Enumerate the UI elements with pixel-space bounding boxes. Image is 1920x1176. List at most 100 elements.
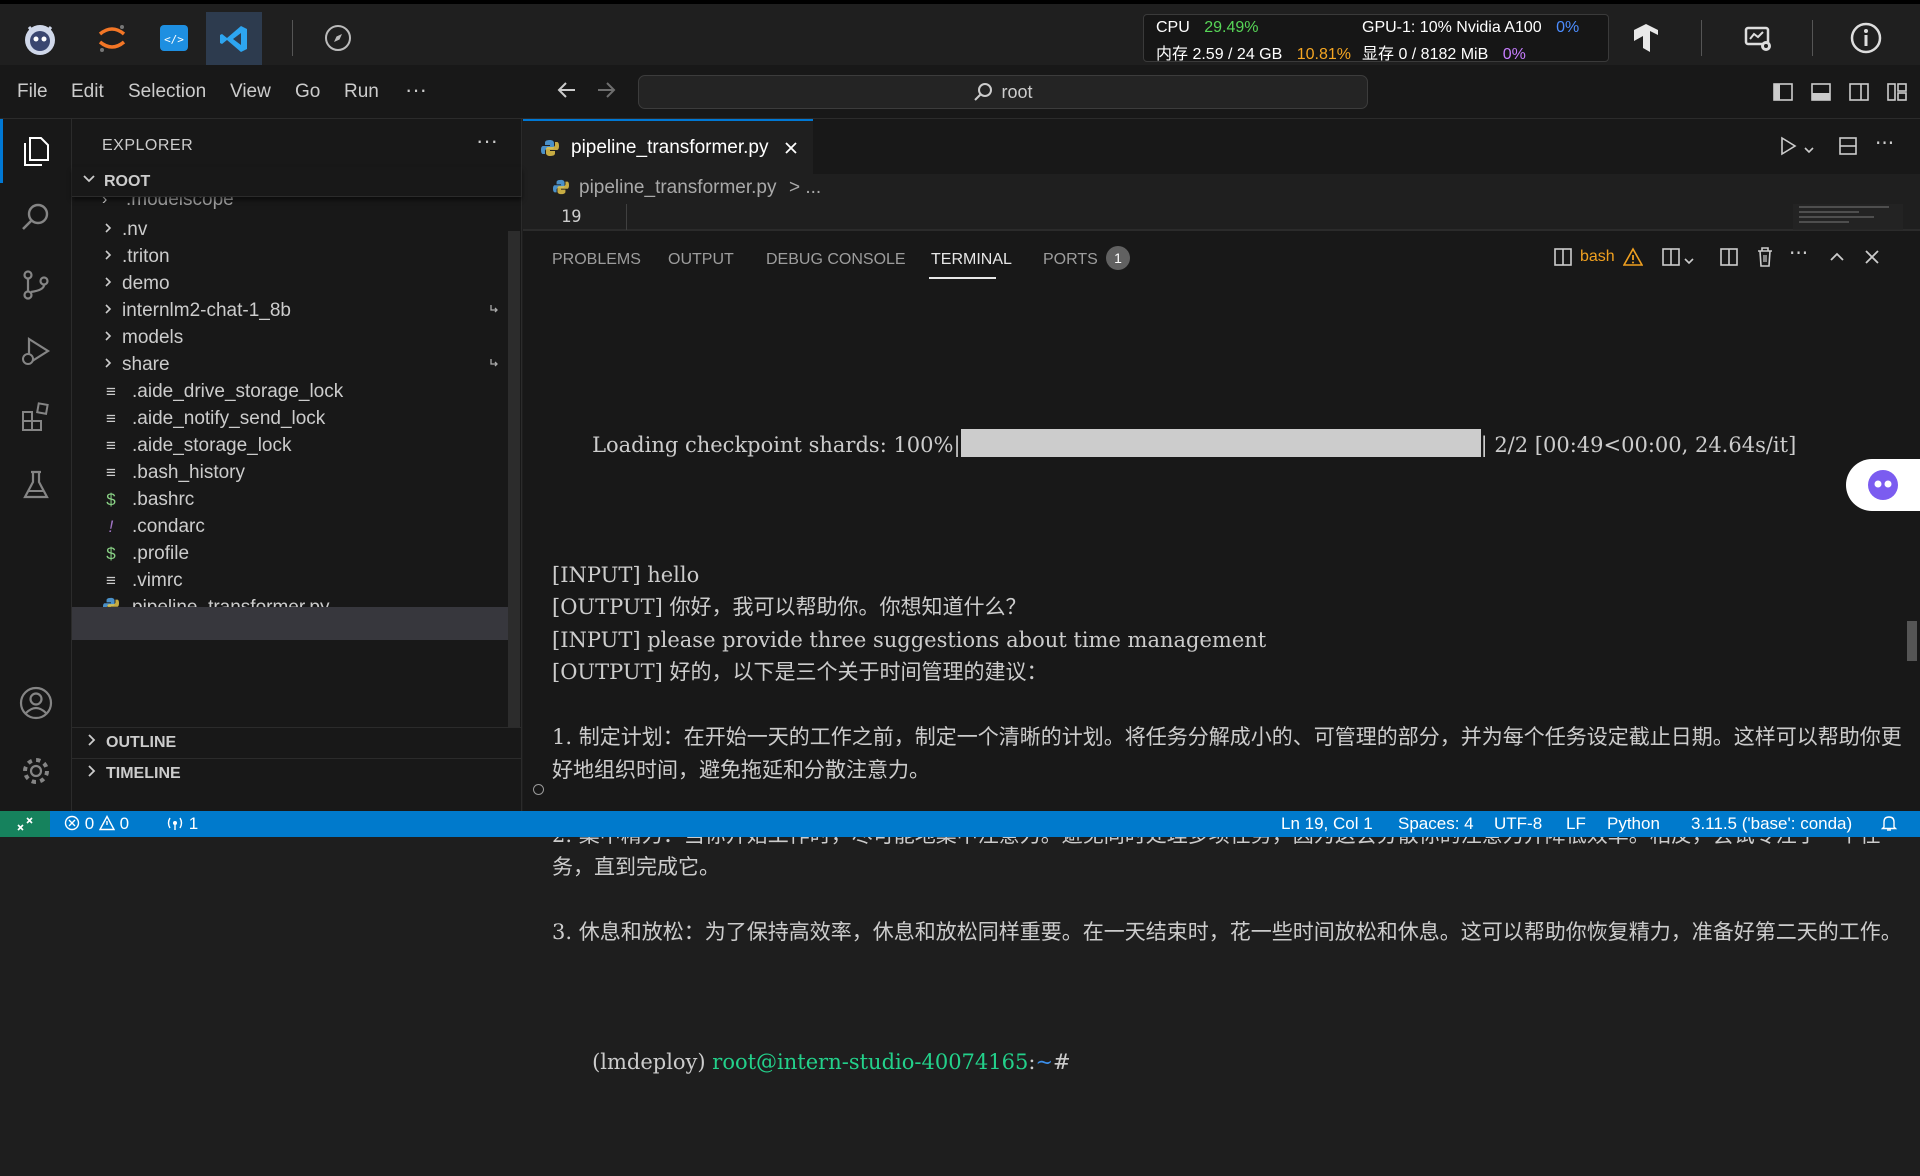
toggle-secondary-sidebar-icon[interactable] bbox=[1848, 81, 1870, 107]
toggle-primary-sidebar-icon[interactable] bbox=[1772, 81, 1794, 107]
prompt-env: (lmdeploy) bbox=[592, 1050, 713, 1074]
close-icon[interactable] bbox=[783, 140, 799, 156]
language-mode[interactable]: Python bbox=[1607, 814, 1660, 834]
info-icon[interactable] bbox=[1844, 16, 1888, 60]
bell-icon[interactable] bbox=[1880, 814, 1898, 837]
menu-selection[interactable]: Selection bbox=[128, 81, 206, 103]
split-editor-icon[interactable] bbox=[1838, 136, 1858, 160]
cursor-position[interactable]: Ln 19, Col 1 bbox=[1281, 814, 1373, 834]
extensions-icon[interactable] bbox=[0, 385, 72, 449]
terminal-layout-icon[interactable] bbox=[1553, 247, 1573, 271]
timeline-section[interactable]: TIMELINE bbox=[72, 758, 522, 788]
tree-item[interactable]: internlm2-chat-1_8b bbox=[72, 297, 522, 324]
menu-file[interactable]: File bbox=[17, 81, 48, 103]
terminal-output[interactable]: Loading checkpoint shards: 100%| | 2/2 [0… bbox=[552, 331, 1902, 1176]
tree-item[interactable]: ≡ .aide_notify_send_lock bbox=[72, 405, 522, 432]
tree-item[interactable]: ≡ .aide_storage_lock bbox=[72, 432, 522, 459]
explorer-scrollbar[interactable] bbox=[508, 231, 520, 727]
chevron-down-icon[interactable] bbox=[1803, 141, 1815, 160]
accounts-icon[interactable] bbox=[0, 671, 72, 735]
tree-item[interactable]: share bbox=[72, 351, 522, 378]
tree-item[interactable]: $ .profile bbox=[72, 540, 522, 567]
testing-flask-icon[interactable] bbox=[0, 453, 72, 517]
close-panel-icon[interactable] bbox=[1863, 248, 1881, 270]
run-python-file-icon[interactable] bbox=[1778, 136, 1798, 160]
run-debug-icon[interactable] bbox=[0, 319, 72, 383]
gear-icon[interactable] bbox=[0, 739, 72, 803]
assistant-floating-button[interactable] bbox=[1846, 459, 1920, 511]
tree-item[interactable]: ≡ .vimrc bbox=[72, 567, 522, 594]
code-editor-app-icon[interactable]: </> bbox=[152, 16, 196, 60]
shell-label[interactable]: bash bbox=[1580, 248, 1615, 266]
editor-more-actions-button[interactable]: ··· bbox=[1875, 131, 1894, 155]
breadcrumb-file[interactable]: pipeline_transformer.py bbox=[579, 177, 777, 199]
menu-view[interactable]: View bbox=[230, 81, 271, 103]
command-center-search[interactable]: root bbox=[638, 75, 1368, 109]
tree-item[interactable]: $ .bashrc bbox=[72, 486, 522, 513]
tab-terminal[interactable]: TERMINAL bbox=[931, 251, 1012, 269]
source-control-icon[interactable] bbox=[0, 253, 72, 317]
tab-pipeline-transformer[interactable]: pipeline_transformer.py bbox=[523, 119, 813, 174]
menu-edit[interactable]: Edit bbox=[71, 81, 104, 103]
tree-item[interactable]: ! .condarc bbox=[72, 513, 522, 540]
tab-ports[interactable]: PORTS bbox=[1043, 251, 1098, 269]
host-toolbar: </> CPU 29.49% GPU-1: 10% Nvidia A100 0%… bbox=[0, 0, 1920, 65]
encoding[interactable]: UTF-8 bbox=[1494, 814, 1542, 834]
forward-arrow-icon[interactable] bbox=[595, 79, 617, 105]
back-arrow-icon[interactable] bbox=[556, 79, 578, 105]
mascot-logo-icon[interactable] bbox=[18, 16, 62, 60]
tab-debug-console[interactable]: DEBUG CONSOLE bbox=[766, 251, 906, 269]
split-terminal-icon[interactable] bbox=[1661, 247, 1681, 271]
explorer-icon[interactable] bbox=[0, 119, 72, 183]
split-panel-icon[interactable] bbox=[1719, 247, 1739, 271]
menu-run[interactable]: Run bbox=[344, 81, 379, 103]
compass-icon[interactable] bbox=[316, 16, 360, 60]
customize-layout-icon[interactable] bbox=[1886, 81, 1908, 107]
minimap[interactable] bbox=[1793, 204, 1903, 230]
root-folder-header[interactable]: ROOT bbox=[72, 167, 522, 197]
tree-item[interactable]: ≡ .bash_history bbox=[72, 459, 522, 486]
explorer-more-actions-button[interactable]: ··· bbox=[476, 128, 498, 154]
breadcrumb-symbols[interactable]: > ... bbox=[789, 177, 821, 199]
indentation[interactable]: Spaces: 4 bbox=[1398, 814, 1474, 834]
tree-item[interactable]: ≡ .aide_drive_storage_lock bbox=[72, 378, 522, 405]
terminal-scrollbar[interactable] bbox=[1907, 621, 1917, 661]
command-decoration-icon[interactable] bbox=[533, 784, 544, 795]
breadcrumb: pipeline_transformer.py > ... bbox=[523, 174, 1920, 204]
python-file-icon bbox=[541, 139, 559, 157]
tree-item[interactable]: .triton bbox=[72, 243, 522, 270]
tree-item-modelscope[interactable]: › .modelscope bbox=[72, 197, 522, 216]
bottom-panel: PROBLEMS OUTPUT DEBUG CONSOLE TERMINAL P… bbox=[523, 230, 1920, 1074]
trash-icon[interactable] bbox=[1755, 246, 1775, 272]
monitor-settings-icon[interactable] bbox=[1736, 16, 1780, 60]
outline-section[interactable]: OUTLINE bbox=[72, 727, 522, 757]
tree-item[interactable]: .nv bbox=[72, 216, 522, 243]
chevron-down-icon[interactable] bbox=[1683, 252, 1695, 271]
tab-problems[interactable]: PROBLEMS bbox=[552, 251, 641, 269]
timeline-label: TIMELINE bbox=[106, 764, 181, 782]
jupyter-icon[interactable] bbox=[90, 16, 134, 60]
editor-area[interactable]: 19 bbox=[523, 204, 1920, 230]
menu-bar: File Edit Selection View Go Run ··· root bbox=[0, 65, 1920, 119]
vram-value: 0% bbox=[1502, 46, 1526, 63]
panel-more-actions-button[interactable]: ··· bbox=[1789, 241, 1808, 265]
maximize-panel-icon[interactable] bbox=[1828, 248, 1846, 270]
tree-item[interactable]: models bbox=[72, 324, 522, 351]
chevron-down-icon bbox=[82, 172, 98, 191]
tensorflow-icon[interactable] bbox=[1624, 16, 1668, 60]
tree-item[interactable]: demo bbox=[72, 270, 522, 297]
menu-more-button[interactable]: ··· bbox=[405, 77, 427, 103]
assistant-face-icon bbox=[1866, 468, 1900, 502]
ports-status[interactable]: 1 bbox=[166, 814, 198, 834]
toggle-panel-icon[interactable] bbox=[1810, 81, 1832, 107]
problems-status[interactable]: 0 0 bbox=[64, 814, 129, 834]
tab-output[interactable]: OUTPUT bbox=[668, 251, 734, 269]
activity-bar bbox=[0, 119, 72, 811]
remote-indicator[interactable] bbox=[0, 811, 50, 837]
menu-go[interactable]: Go bbox=[295, 81, 320, 103]
progress-line: Loading checkpoint shards: 100%| | 2/2 [0… bbox=[552, 396, 1902, 494]
end-of-line[interactable]: LF bbox=[1566, 814, 1586, 834]
vscode-app-icon[interactable] bbox=[206, 12, 262, 65]
search-activity-icon[interactable] bbox=[0, 185, 72, 249]
python-interpreter[interactable]: 3.11.5 ('base': conda) bbox=[1691, 814, 1852, 834]
